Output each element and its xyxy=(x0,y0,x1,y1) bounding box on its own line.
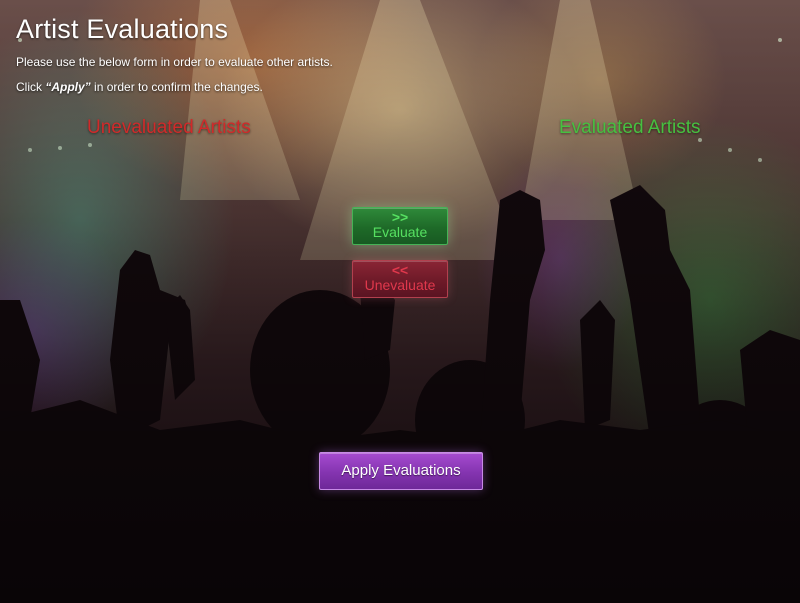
move-left-icon: << xyxy=(391,262,409,278)
page-title: Artist Evaluations xyxy=(16,14,229,44)
evaluate-button-label: Evaluate xyxy=(372,224,428,240)
app-window: Artist Evaluations Please use the below … xyxy=(0,0,800,603)
evaluated-artists-heading: Evaluated Artists xyxy=(559,117,701,138)
instruction-suffix: in order to confirm the changes. xyxy=(90,80,263,94)
apply-evaluations-button[interactable]: Apply Evaluations xyxy=(319,452,483,490)
evaluate-button[interactable]: >> Evaluate xyxy=(352,207,448,245)
unevaluate-button[interactable]: << Unevaluate xyxy=(352,260,448,298)
instruction-apply-text: Click “Apply” in order to confirm the ch… xyxy=(16,80,263,94)
instruction-prefix: Click xyxy=(16,80,46,94)
move-right-icon: >> xyxy=(391,209,409,225)
instruction-apply-keyword: “Apply” xyxy=(45,80,91,94)
unevaluate-button-label: Unevaluate xyxy=(364,277,436,293)
instruction-text: Please use the below form in order to ev… xyxy=(16,55,333,69)
unevaluated-artists-heading: Unevaluated Artists xyxy=(87,117,251,138)
